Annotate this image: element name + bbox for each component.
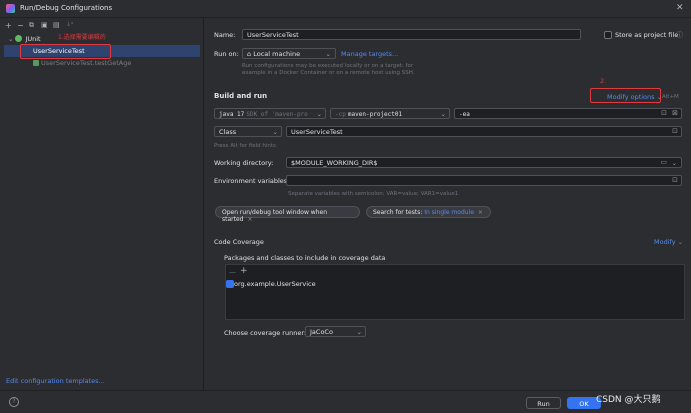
help-icon[interactable]: ? xyxy=(9,397,19,407)
edit-templates-link[interactable]: Edit configuration templates... xyxy=(6,377,105,385)
test-kind-select[interactable]: Class ⌄ xyxy=(214,126,282,137)
chevron-down-icon: ⌄ xyxy=(675,238,684,246)
working-directory-field[interactable]: $MODULE_WORKING_DIR$ ▭ ⌄ xyxy=(286,157,682,168)
run-on-hint: Run configurations may be executed local… xyxy=(242,63,415,76)
edit-variables-icon[interactable]: ⊡ xyxy=(672,176,678,184)
working-directory-label: Working directory: xyxy=(214,159,274,167)
chevron-down-icon: ⌄ xyxy=(325,50,331,58)
test-kind-value: Class xyxy=(219,128,237,136)
field-hint: Press Alt for field hints xyxy=(214,143,276,149)
class-value: UserServiceTest xyxy=(291,128,343,136)
vm-options-value: -ea xyxy=(459,111,470,118)
chevron-down-icon[interactable]: ⌄ xyxy=(672,159,677,167)
intellij-app-icon xyxy=(6,4,15,13)
close-icon[interactable]: × xyxy=(478,209,483,216)
environment-variables-hint: Separate variables with semicolon: VAR=v… xyxy=(288,191,459,197)
annotation-box-2 xyxy=(590,88,661,103)
vm-options-field[interactable]: -ea ⊡ ⊠ xyxy=(454,108,682,119)
coverage-packages-label: Packages and classes to include in cover… xyxy=(224,254,386,262)
chip-value: In single module xyxy=(424,209,474,216)
jdk-suffix: SDK of 'maven-pro xyxy=(246,111,308,118)
tree-group-label: JUnit xyxy=(25,35,41,43)
close-icon[interactable]: ⊠ xyxy=(672,109,678,117)
coverage-modify-label: Modify xyxy=(654,238,676,246)
class-field[interactable]: UserServiceTest ⊡ xyxy=(286,126,682,137)
chevron-down-icon: ⌄ xyxy=(440,110,446,118)
store-as-project-file-label: Store as project file xyxy=(615,31,679,39)
copy-icon[interactable]: ⧉ xyxy=(29,21,34,30)
chip-label: Search for tests: xyxy=(373,209,423,216)
tree-group-junit[interactable]: ⌄ JUnit xyxy=(8,35,41,43)
working-directory-value: $MODULE_WORKING_DIR$ xyxy=(291,159,378,167)
store-as-project-file-checkbox[interactable] xyxy=(604,31,612,39)
expand-icon[interactable]: ⊡ xyxy=(661,109,667,117)
junit-icon xyxy=(15,35,23,42)
annotation-text-2: 2. xyxy=(600,77,607,85)
tree-item-label: UserServiceTest.testGetAge xyxy=(41,59,132,67)
coverage-runner-value: JaCoCo xyxy=(310,328,333,336)
close-icon[interactable]: × xyxy=(247,216,252,223)
coverage-runner-select[interactable]: JaCoCo ⌄ xyxy=(305,326,366,337)
coverage-entry-checkbox[interactable] xyxy=(226,280,234,288)
watermark: CSDN @大只鹅 xyxy=(596,395,661,405)
annotation-text-1: 1.选择需要编辑的 xyxy=(58,34,106,41)
jdk-select[interactable]: java 17 SDK of 'maven-pro ⌄ xyxy=(214,108,326,119)
name-label: Name: xyxy=(214,31,236,39)
folder-icon[interactable]: ▭ xyxy=(660,158,667,166)
coverage-runner-label: Choose coverage runner: xyxy=(224,329,307,337)
manage-targets-link[interactable]: Manage targets... xyxy=(341,50,398,58)
run-on-label: Run on: xyxy=(214,50,239,58)
build-and-run-title: Build and run xyxy=(214,92,268,100)
cp-value: maven-project01 xyxy=(347,111,403,118)
name-field[interactable]: UserServiceTest xyxy=(242,29,581,40)
info-icon: ⓘ xyxy=(676,31,683,39)
configurations-sidebar xyxy=(0,18,204,390)
cp-prefix: -cp xyxy=(335,111,346,118)
test-method-icon xyxy=(33,60,39,66)
save-icon[interactable]: ▣ xyxy=(41,21,48,29)
chevron-down-icon: ⌄ xyxy=(316,110,322,118)
jdk-value: java 17 xyxy=(219,111,245,118)
chip-search-for-tests[interactable]: Search for tests: In single module × xyxy=(366,206,491,218)
tree-item-testgetage[interactable]: UserServiceTest.testGetAge xyxy=(33,59,131,67)
chevron-down-icon[interactable]: ⌄ xyxy=(8,35,13,43)
annotation-box-1 xyxy=(20,44,111,59)
environment-variables-field[interactable]: ⊡ xyxy=(286,175,682,186)
add-icon[interactable]: + xyxy=(5,21,12,30)
close-icon[interactable]: ✕ xyxy=(676,3,684,13)
coverage-entry-label: org.example.UserService xyxy=(234,280,316,288)
chevron-down-icon: ⌄ xyxy=(356,328,362,336)
folder-icon[interactable]: ▤ xyxy=(53,21,60,29)
chip-open-tool-window[interactable]: Open run/debug tool window when started × xyxy=(215,206,360,223)
window-title: Run/Debug Configurations xyxy=(20,4,113,12)
remove-icon[interactable]: − xyxy=(17,21,24,30)
remove-icon[interactable]: — xyxy=(229,268,236,276)
browse-icon[interactable]: ⊡ xyxy=(672,127,678,135)
coverage-entry[interactable]: org.example.UserService xyxy=(226,279,684,289)
code-coverage-title: Code Coverage xyxy=(214,238,264,246)
sort-icon[interactable]: ↓ᵃ xyxy=(66,21,73,28)
modify-options-shortcut: Alt+M xyxy=(662,94,679,100)
home-icon: ⌂ xyxy=(247,50,252,58)
run-on-select[interactable]: ⌂ Local machine ⌄ xyxy=(242,48,336,59)
run-on-value: Local machine xyxy=(253,50,301,58)
classpath-module-select[interactable]: -cp maven-project01 ⌄ xyxy=(330,108,450,119)
coverage-modify-link[interactable]: Modify ⌄ xyxy=(654,238,683,246)
environment-variables-label: Environment variables: xyxy=(214,177,290,185)
run-button[interactable]: Run xyxy=(526,397,561,409)
chevron-down-icon: ⌄ xyxy=(272,128,278,136)
coverage-packages-list xyxy=(225,264,685,320)
add-icon[interactable]: + xyxy=(240,266,248,276)
